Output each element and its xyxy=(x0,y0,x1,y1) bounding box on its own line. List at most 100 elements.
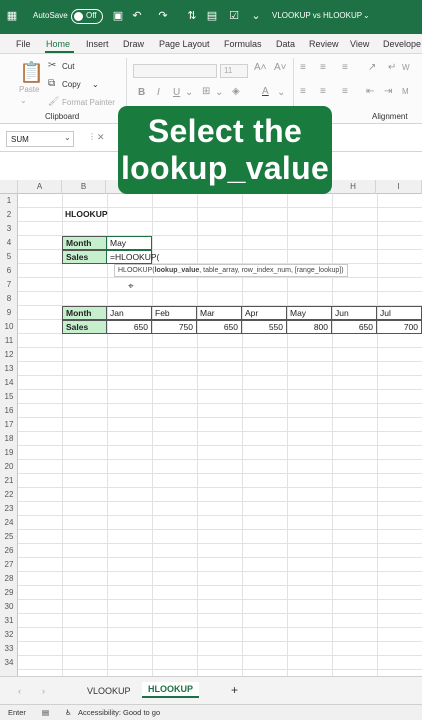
copy-chevron-icon[interactable]: ⌄ xyxy=(92,80,99,89)
increase-indent-icon[interactable]: ⇥ xyxy=(384,86,392,97)
row-header[interactable]: 10 xyxy=(0,320,18,334)
row-header[interactable]: 1 xyxy=(0,194,18,208)
table-month-cell[interactable]: Jun xyxy=(331,306,377,320)
table-month-cell[interactable]: May xyxy=(286,306,332,320)
column-header[interactable]: I xyxy=(376,180,422,194)
select-all-corner[interactable] xyxy=(0,180,18,194)
column-header[interactable]: B xyxy=(62,180,106,194)
sheet-tab-vlookup[interactable]: VLOOKUP xyxy=(87,686,131,696)
row-header[interactable]: 11 xyxy=(0,334,18,348)
align-middle-icon[interactable]: ≡ xyxy=(320,62,326,73)
grow-font-icon[interactable]: A˄ xyxy=(254,62,267,73)
table-sales-cell[interactable]: 800 xyxy=(286,320,332,334)
accessibility-status[interactable]: Accessibility: Good to go xyxy=(78,708,160,717)
cut-button[interactable]: Cut xyxy=(62,62,74,71)
scroll-left-icon[interactable]: ‹ xyxy=(18,686,21,696)
row-header[interactable]: 34 xyxy=(0,656,18,670)
table-month-cell[interactable]: Jul xyxy=(376,306,422,320)
worksheet-grid[interactable]: HLOOKUP Month May Sales =HLOOKUP( HLOOKU… xyxy=(18,194,422,676)
paste-chevron-icon[interactable]: ⌄ xyxy=(20,96,27,105)
row-header[interactable]: 24 xyxy=(0,516,18,530)
tab-home[interactable]: Home xyxy=(46,39,70,49)
column-header[interactable]: A xyxy=(18,180,62,194)
row-header[interactable]: 22 xyxy=(0,488,18,502)
scroll-right-icon[interactable]: › xyxy=(42,686,45,696)
row-header[interactable]: 2 xyxy=(0,208,18,222)
row-header[interactable]: 4 xyxy=(0,236,18,250)
wrap-text-icon[interactable]: ↵ xyxy=(388,62,396,73)
row-header[interactable]: 12 xyxy=(0,348,18,362)
cancel-icon[interactable]: ✕ xyxy=(97,132,105,143)
table-month-cell[interactable]: Jan xyxy=(106,306,152,320)
tab-formulas[interactable]: Formulas xyxy=(224,39,262,49)
row-header[interactable]: 13 xyxy=(0,362,18,376)
name-box-chevron-icon[interactable]: ⌄ xyxy=(64,133,71,142)
row-header[interactable]: 32 xyxy=(0,628,18,642)
italic-icon[interactable]: I xyxy=(157,87,160,98)
tab-page-layout[interactable]: Page Layout xyxy=(159,39,210,49)
check-icon[interactable]: ☑ xyxy=(228,10,240,22)
column-header[interactable]: H xyxy=(331,180,376,194)
underline-chevron-icon[interactable]: ⌄ xyxy=(185,87,193,98)
paste-button[interactable]: Paste xyxy=(19,85,39,94)
row-header[interactable]: 19 xyxy=(0,446,18,460)
sheet-tab-hlookup[interactable]: HLOOKUP xyxy=(142,682,199,698)
borders-chevron-icon[interactable]: ⌄ xyxy=(215,87,223,98)
table-sales-cell[interactable]: 750 xyxy=(151,320,197,334)
row-header[interactable]: 17 xyxy=(0,418,18,432)
tooltip-lookup-value-arg[interactable]: lookup_value xyxy=(155,267,200,274)
align-bottom-icon[interactable]: ≡ xyxy=(342,62,348,73)
format-painter-button[interactable]: Format Painter xyxy=(62,98,115,107)
table-sales-cell[interactable]: 650 xyxy=(106,320,152,334)
row-header[interactable]: 23 xyxy=(0,502,18,516)
autosave-toggle[interactable]: Off xyxy=(71,9,103,24)
row-header[interactable]: 30 xyxy=(0,600,18,614)
font-size-box[interactable]: 11 xyxy=(220,64,248,78)
sort-icon[interactable]: ⇅ xyxy=(186,10,198,22)
undo-icon[interactable]: ↶ xyxy=(131,10,143,22)
add-sheet-button[interactable]: + xyxy=(231,683,238,697)
row-header[interactable]: 28 xyxy=(0,572,18,586)
copy-button[interactable]: Copy xyxy=(62,80,81,89)
row-header[interactable]: 9 xyxy=(0,306,18,320)
more-commands-icon[interactable]: ⌄ xyxy=(250,10,262,22)
bold-icon[interactable]: B xyxy=(138,87,145,98)
month-value-cell[interactable]: May xyxy=(106,236,152,250)
row-header[interactable]: 16 xyxy=(0,404,18,418)
row-header[interactable]: 8 xyxy=(0,292,18,306)
active-formula-cell[interactable]: =HLOOKUP( xyxy=(106,250,159,264)
font-color-chevron-icon[interactable]: ⌄ xyxy=(277,87,285,98)
sales-label-cell[interactable]: Sales xyxy=(62,250,107,264)
row-header[interactable]: 29 xyxy=(0,586,18,600)
orientation-icon[interactable]: ↗ xyxy=(368,62,376,73)
row-header[interactable]: 33 xyxy=(0,642,18,656)
table-month-cell[interactable]: Mar xyxy=(196,306,242,320)
sheet-title[interactable]: HLOOKUP xyxy=(62,208,152,222)
formula-options-icon[interactable]: ⋮ xyxy=(88,132,96,141)
table-sales-cell[interactable]: 550 xyxy=(241,320,287,334)
macro-record-icon[interactable]: ▤ xyxy=(42,708,49,717)
font-color-icon[interactable]: A xyxy=(262,86,269,97)
row-header[interactable]: 3 xyxy=(0,222,18,236)
row-header[interactable]: 20 xyxy=(0,460,18,474)
tab-insert[interactable]: Insert xyxy=(86,39,109,49)
month-label-cell[interactable]: Month xyxy=(62,236,107,250)
merge-label[interactable]: M xyxy=(402,87,409,96)
row-header[interactable]: 15 xyxy=(0,390,18,404)
tab-file[interactable]: File xyxy=(16,39,31,49)
form-icon[interactable]: ▤ xyxy=(206,10,218,22)
decrease-indent-icon[interactable]: ⇤ xyxy=(366,86,374,97)
row-header[interactable]: 6 xyxy=(0,264,18,278)
save-icon[interactable]: ▣ xyxy=(112,10,124,22)
align-left-icon[interactable]: ≡ xyxy=(300,86,306,97)
tab-data[interactable]: Data xyxy=(276,39,295,49)
tooltip-function[interactable]: HLOOKUP( xyxy=(118,267,155,274)
align-center-icon[interactable]: ≡ xyxy=(320,86,326,97)
table-month-cell[interactable]: Feb xyxy=(151,306,197,320)
align-right-icon[interactable]: ≡ xyxy=(342,86,348,97)
row-header[interactable]: 21 xyxy=(0,474,18,488)
row-header[interactable]: 26 xyxy=(0,544,18,558)
row-header[interactable]: 7 xyxy=(0,278,18,292)
fill-color-icon[interactable]: ◈ xyxy=(232,86,240,97)
redo-icon[interactable]: ↷ xyxy=(157,10,169,22)
